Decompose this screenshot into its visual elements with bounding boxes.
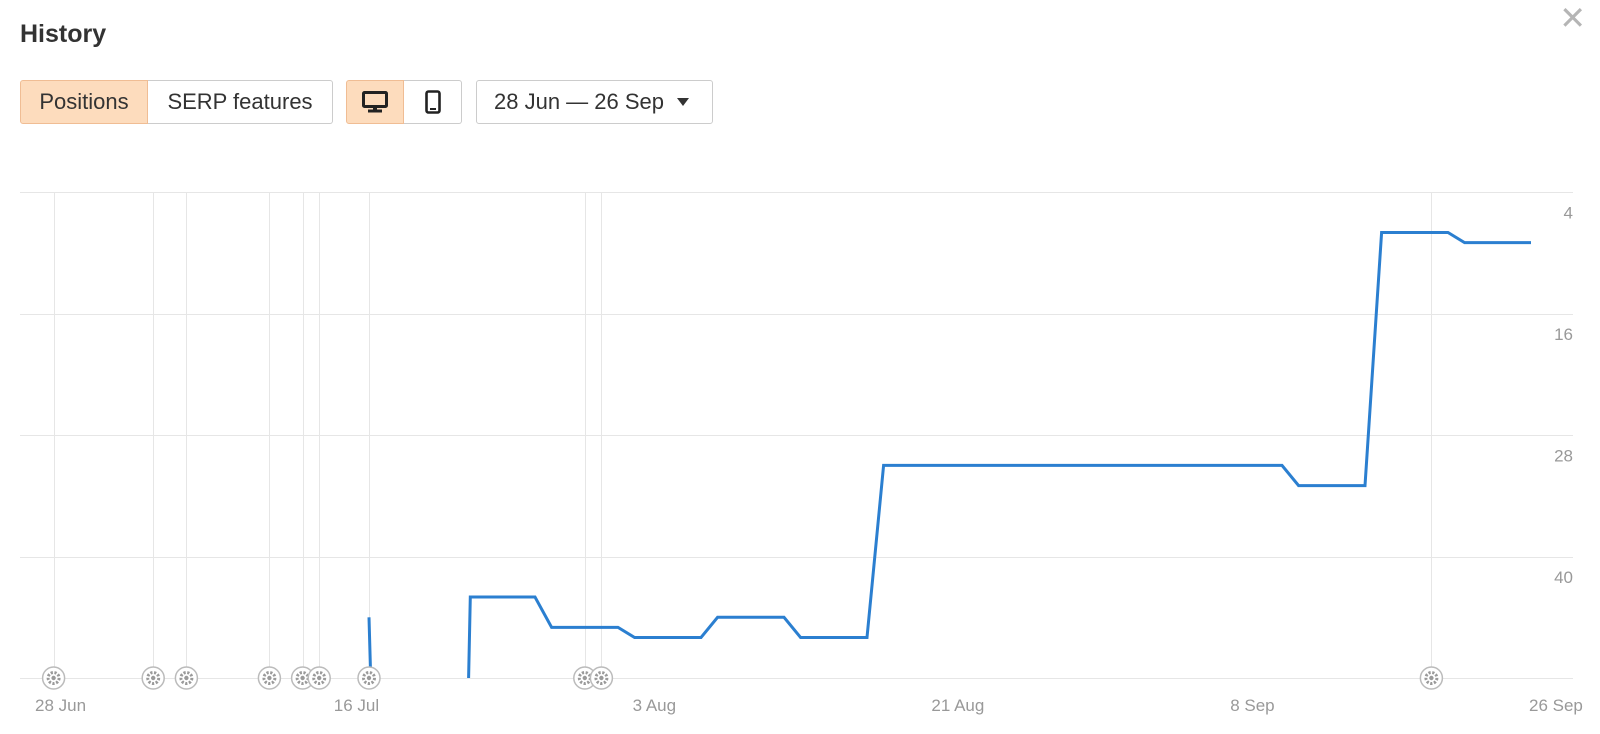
gear-hub [184,675,189,681]
event-marker-gear-icon [357,666,381,690]
series-layer [367,231,1531,680]
x-tick-label: 16 Jul [334,696,379,715]
event-marker-gear-icon [141,666,165,690]
event-marker-gear-icon [257,666,282,690]
y-tick-label: 40 [1554,568,1573,587]
event-marker-gear-icon [41,666,66,690]
event-marker-gear-icon [1419,666,1444,690]
gear-hub [151,675,156,681]
gear-hub [582,675,587,681]
gear-hub [317,675,322,681]
gear-hub [599,675,604,681]
y-tick-label: 4 [1564,203,1573,222]
gear-hub [366,675,372,681]
x-tick-labels: 28 Jun 16 Jul 3 Aug 21 Aug 8 Sep 26 Sep [35,696,1583,715]
event-marker-gear-icon [589,666,614,690]
y-grid [20,192,1573,679]
event-marker-gear-icon [174,666,199,690]
y-tick-label: 28 [1554,446,1573,465]
gear-hub [51,675,56,681]
x-tick-label: 3 Aug [633,696,677,715]
y-tick-labels: 4 16 28 40 [1554,203,1573,587]
series-line [467,231,1531,679]
y-tick-label: 16 [1554,325,1573,344]
position-history-chart: 4 16 28 40 28 Jun 16 Jul 3 Aug 21 Aug 8 Sep 26 S… [20,192,1583,715]
event-marker-gear-icon [307,666,331,690]
x-tick-label: 8 Sep [1230,696,1274,715]
x-tick-label: 21 Aug [931,696,984,715]
x-tick-label: 26 Sep [1529,696,1583,715]
gear-hub [1429,675,1434,681]
gear-hub [267,675,272,681]
x-tick-label: 28 Jun [35,696,86,715]
gear-hub [300,675,305,681]
